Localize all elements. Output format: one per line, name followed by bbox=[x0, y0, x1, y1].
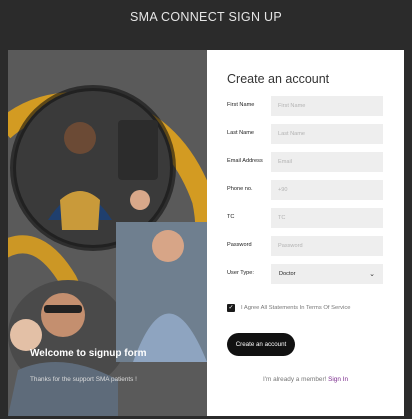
phone-field[interactable] bbox=[271, 180, 383, 200]
email-label: Email Address bbox=[227, 158, 263, 164]
user-type-row: User Type: Doctor ⌄ bbox=[227, 264, 387, 284]
phone-row: Phone no. bbox=[227, 180, 387, 200]
password-field[interactable] bbox=[271, 236, 383, 256]
hero-title: Welcome to signup form bbox=[30, 348, 147, 359]
first-name-label: First Name bbox=[227, 102, 255, 108]
tc-row: TC bbox=[227, 208, 387, 228]
email-row: Email Address bbox=[227, 152, 387, 172]
user-type-select[interactable]: Doctor ⌄ bbox=[271, 264, 383, 284]
terms-label: I Agree All Statements In Terms Of Servi… bbox=[241, 305, 351, 311]
terms-checkbox[interactable]: ✓ bbox=[227, 304, 235, 312]
user-type-value: Doctor bbox=[279, 271, 296, 277]
member-text: I'm already a member! bbox=[262, 376, 327, 383]
last-name-label: Last Name bbox=[227, 130, 255, 136]
tc-label: TC bbox=[227, 214, 235, 220]
hero-subtitle: Thanks for the support SMA patients ! bbox=[30, 376, 137, 383]
signup-card: Welcome to signup form Thanks for the su… bbox=[8, 50, 404, 416]
last-name-row: Last Name bbox=[227, 124, 387, 144]
email-field[interactable] bbox=[271, 152, 383, 172]
form-heading: Create an account bbox=[227, 72, 330, 86]
terms-row: ✓ I Agree All Statements In Terms Of Ser… bbox=[227, 304, 350, 312]
member-prompt: I'm already a member! Sign In bbox=[207, 376, 404, 383]
hero-collage bbox=[8, 50, 207, 416]
first-name-row: First Name bbox=[227, 96, 387, 116]
sign-in-link[interactable]: Sign In bbox=[328, 376, 348, 383]
password-label: Password bbox=[227, 242, 252, 248]
signup-form: Create an account First Name Last Name E… bbox=[207, 50, 404, 416]
password-row: Password bbox=[227, 236, 387, 256]
create-account-button[interactable]: Create an account bbox=[227, 333, 295, 356]
first-name-field[interactable] bbox=[271, 96, 383, 116]
tc-field[interactable] bbox=[271, 208, 383, 228]
last-name-field[interactable] bbox=[271, 124, 383, 144]
user-type-label: User Type: bbox=[227, 270, 254, 276]
hero-image: Welcome to signup form Thanks for the su… bbox=[8, 50, 207, 416]
phone-label: Phone no. bbox=[227, 186, 253, 192]
page-title: SMA CONNECT SIGN UP bbox=[129, 10, 283, 24]
chevron-down-icon: ⌄ bbox=[369, 271, 375, 278]
